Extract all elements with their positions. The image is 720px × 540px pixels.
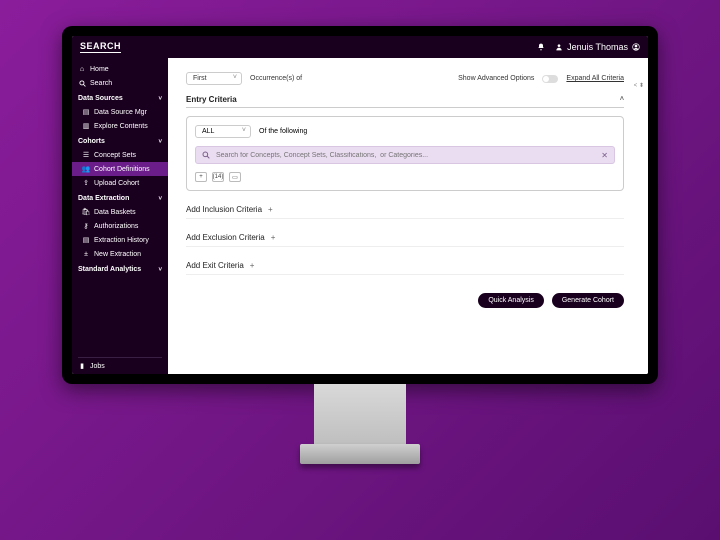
occurrence-select[interactable]: First bbox=[186, 72, 242, 85]
app-brand: SEARCH bbox=[80, 41, 121, 53]
sidebar-label: Explore Contents bbox=[94, 123, 148, 130]
generate-cohort-button[interactable]: Generate Cohort bbox=[552, 293, 624, 308]
sidebar-item-home[interactable]: ⌂ Home bbox=[72, 62, 168, 76]
sidebar-label: New Extraction bbox=[94, 251, 141, 258]
sidebar-item-upload-cohort[interactable]: ⇪ Upload Cohort bbox=[72, 176, 168, 190]
plus-icon: + bbox=[250, 261, 255, 270]
criteria-group: ALL Of the following ✕ + (14) bbox=[186, 116, 624, 191]
plus-icon: + bbox=[268, 205, 273, 214]
quick-analysis-button[interactable]: Quick Analysis bbox=[478, 293, 544, 308]
sidebar-head-cohorts[interactable]: Cohorts ˅ bbox=[72, 135, 168, 148]
occurrence-select-value: First bbox=[193, 75, 207, 82]
sidebar: ⌂ Home Search Data Sources ˅ ▤ Data Sour… bbox=[72, 58, 168, 374]
search-icon bbox=[78, 79, 86, 87]
criteria-pill-row: + (14) ▭ bbox=[195, 172, 615, 182]
add-exclusion-criteria[interactable]: Add Exclusion Criteria + bbox=[186, 233, 624, 247]
database-icon: ▤ bbox=[82, 108, 90, 116]
app-screen: SEARCH Jenuis Thomas ⌂ bbox=[72, 36, 648, 374]
add-exclusion-label: Add Exclusion Criteria bbox=[186, 233, 265, 242]
sidebar-label: Search bbox=[90, 80, 112, 87]
user-menu[interactable]: Jenuis Thomas bbox=[555, 42, 640, 52]
sidebar-item-search[interactable]: Search bbox=[72, 76, 168, 90]
sidebar-item-explore-contents[interactable]: ▥ Explore Contents bbox=[72, 119, 168, 133]
add-exit-criteria[interactable]: Add Exit Criteria + bbox=[186, 261, 624, 275]
expand-all-link[interactable]: Expand All Criteria bbox=[566, 75, 624, 82]
avatar-icon bbox=[632, 43, 640, 51]
action-button-row: Quick Analysis Generate Cohort bbox=[186, 293, 624, 308]
sidebar-head-data-sources[interactable]: Data Sources ˅ bbox=[72, 92, 168, 105]
chevron-down-icon: ˅ bbox=[158, 196, 162, 202]
briefcase-icon: ▮ bbox=[78, 362, 86, 370]
logic-select-value: ALL bbox=[202, 128, 214, 135]
sidebar-label: Concept Sets bbox=[94, 152, 136, 159]
of-following-label: Of the following bbox=[259, 128, 307, 135]
chevron-down-icon: ˅ bbox=[158, 267, 162, 273]
side-ribbon[interactable]: < ⬍ bbox=[634, 82, 644, 89]
key-icon: ⚷ bbox=[82, 222, 90, 230]
topbar: SEARCH Jenuis Thomas bbox=[72, 36, 648, 58]
folder-icon: ▥ bbox=[82, 122, 90, 130]
sidebar-label: Upload Cohort bbox=[94, 180, 139, 187]
add-exit-label: Add Exit Criteria bbox=[186, 261, 244, 270]
add-inclusion-criteria[interactable]: Add Inclusion Criteria + bbox=[186, 205, 624, 219]
date-window-button[interactable]: (14) bbox=[212, 172, 224, 182]
notifications-button[interactable] bbox=[537, 43, 545, 51]
monitor-stand-base bbox=[300, 444, 420, 464]
logic-select[interactable]: ALL bbox=[195, 125, 251, 138]
add-condition-button[interactable]: + bbox=[195, 172, 207, 182]
monitor-stand-neck bbox=[314, 384, 406, 444]
concept-search-bar: ✕ bbox=[195, 146, 615, 164]
sidebar-head-label: Data Sources bbox=[78, 95, 123, 102]
user-name-label: Jenuis Thomas bbox=[567, 42, 628, 52]
sidebar-head-standard-analytics[interactable]: Standard Analytics ˅ bbox=[72, 263, 168, 276]
sidebar-item-authorizations[interactable]: ⚷ Authorizations bbox=[72, 219, 168, 233]
sidebar-label: Jobs bbox=[90, 363, 105, 370]
sidebar-head-label: Data Extraction bbox=[78, 195, 129, 202]
chevron-down-icon: ˅ bbox=[158, 96, 162, 102]
plus-icon: ± bbox=[82, 250, 90, 258]
sidebar-head-label: Standard Analytics bbox=[78, 266, 141, 273]
sidebar-label: Extraction History bbox=[94, 237, 149, 244]
basket-icon: 🛍 bbox=[82, 208, 90, 216]
sidebar-item-concept-sets[interactable]: ☰ Concept Sets bbox=[72, 148, 168, 162]
add-inclusion-label: Add Inclusion Criteria bbox=[186, 205, 262, 214]
sidebar-label: Authorizations bbox=[94, 223, 138, 230]
sidebar-item-new-extraction[interactable]: ± New Extraction bbox=[72, 247, 168, 261]
show-advanced-toggle[interactable] bbox=[542, 75, 558, 83]
sidebar-label: Cohort Definitions bbox=[94, 166, 150, 173]
sidebar-head-data-extraction[interactable]: Data Extraction ˅ bbox=[72, 192, 168, 205]
sidebar-label: Data Source Mgr bbox=[94, 109, 147, 116]
chevron-down-icon: ˅ bbox=[158, 139, 162, 145]
concept-search-input[interactable] bbox=[216, 152, 595, 159]
occurrence-suffix-label: Occurrence(s) of bbox=[250, 75, 302, 82]
entry-criteria-label: Entry Criteria bbox=[186, 95, 237, 104]
sidebar-head-label: Cohorts bbox=[78, 138, 105, 145]
home-icon: ⌂ bbox=[78, 65, 86, 73]
sidebar-item-jobs[interactable]: ▮ Jobs bbox=[78, 357, 162, 370]
app-body: ⌂ Home Search Data Sources ˅ ▤ Data Sour… bbox=[72, 58, 648, 374]
bell-icon bbox=[537, 43, 545, 51]
sidebar-item-data-baskets[interactable]: 🛍 Data Baskets bbox=[72, 205, 168, 219]
people-icon: 👥 bbox=[82, 165, 90, 173]
show-advanced-label: Show Advanced Options bbox=[458, 75, 534, 82]
chevron-up-icon: ˄ bbox=[620, 96, 624, 103]
history-icon: ▤ bbox=[82, 236, 90, 244]
layers-icon: ☰ bbox=[82, 151, 90, 159]
main-content: < ⬍ First Occurrence(s) of Show Advanced… bbox=[168, 58, 648, 374]
occurrence-row: First Occurrence(s) of Show Advanced Opt… bbox=[186, 72, 624, 85]
sidebar-item-extraction-history[interactable]: ▤ Extraction History bbox=[72, 233, 168, 247]
upload-icon: ⇪ bbox=[82, 179, 90, 187]
sidebar-item-cohort-definitions[interactable]: 👥 Cohort Definitions bbox=[72, 162, 168, 176]
user-icon bbox=[555, 43, 563, 51]
sidebar-item-data-source-mgr[interactable]: ▤ Data Source Mgr bbox=[72, 105, 168, 119]
search-icon bbox=[202, 151, 210, 159]
monitor-frame: SEARCH Jenuis Thomas ⌂ bbox=[62, 26, 658, 384]
sidebar-label: Data Baskets bbox=[94, 209, 136, 216]
plus-icon: + bbox=[271, 233, 276, 242]
clear-search-button[interactable]: ✕ bbox=[601, 151, 608, 160]
calendar-button[interactable]: ▭ bbox=[229, 172, 241, 182]
entry-criteria-heading[interactable]: Entry Criteria ˄ bbox=[186, 95, 624, 108]
sidebar-label: Home bbox=[90, 66, 109, 73]
